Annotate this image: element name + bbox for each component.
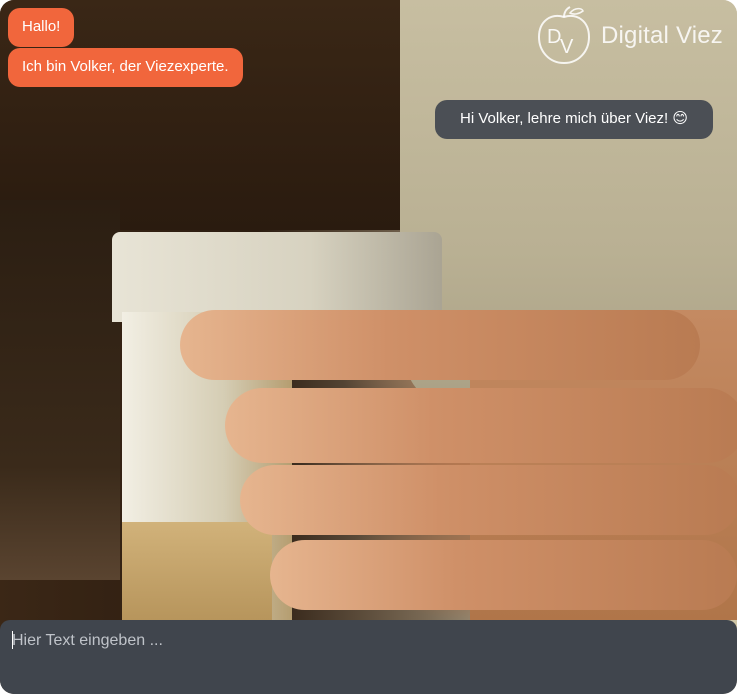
hand-finger — [180, 310, 700, 380]
logo-monogram-v: V — [560, 36, 574, 58]
background-shadow-area — [0, 200, 120, 580]
hand-finger — [270, 540, 737, 610]
text-caret — [12, 631, 13, 649]
bot-message-bubble: Hallo! — [8, 8, 75, 47]
message-composer — [0, 620, 737, 694]
hand-finger — [240, 465, 737, 535]
user-message-bubble: Hi Volker, lehre mich über Viez! 😊 — [435, 100, 713, 139]
bot-message-bubble: Ich bin Volker, der Viezexperte. — [8, 48, 243, 87]
hand-illustration — [170, 310, 737, 620]
hand-finger — [225, 388, 737, 463]
brand-name: Digital Viez — [600, 22, 723, 49]
message-input[interactable] — [10, 628, 714, 654]
brand-logo: D V Digital Viez — [533, 5, 723, 67]
digital-viez-apple-logo-icon: D V — [537, 6, 590, 65]
chat-app: D V Digital Viez Hallo! Ich bin Volker, … — [0, 0, 737, 694]
mug-rim — [112, 232, 442, 322]
